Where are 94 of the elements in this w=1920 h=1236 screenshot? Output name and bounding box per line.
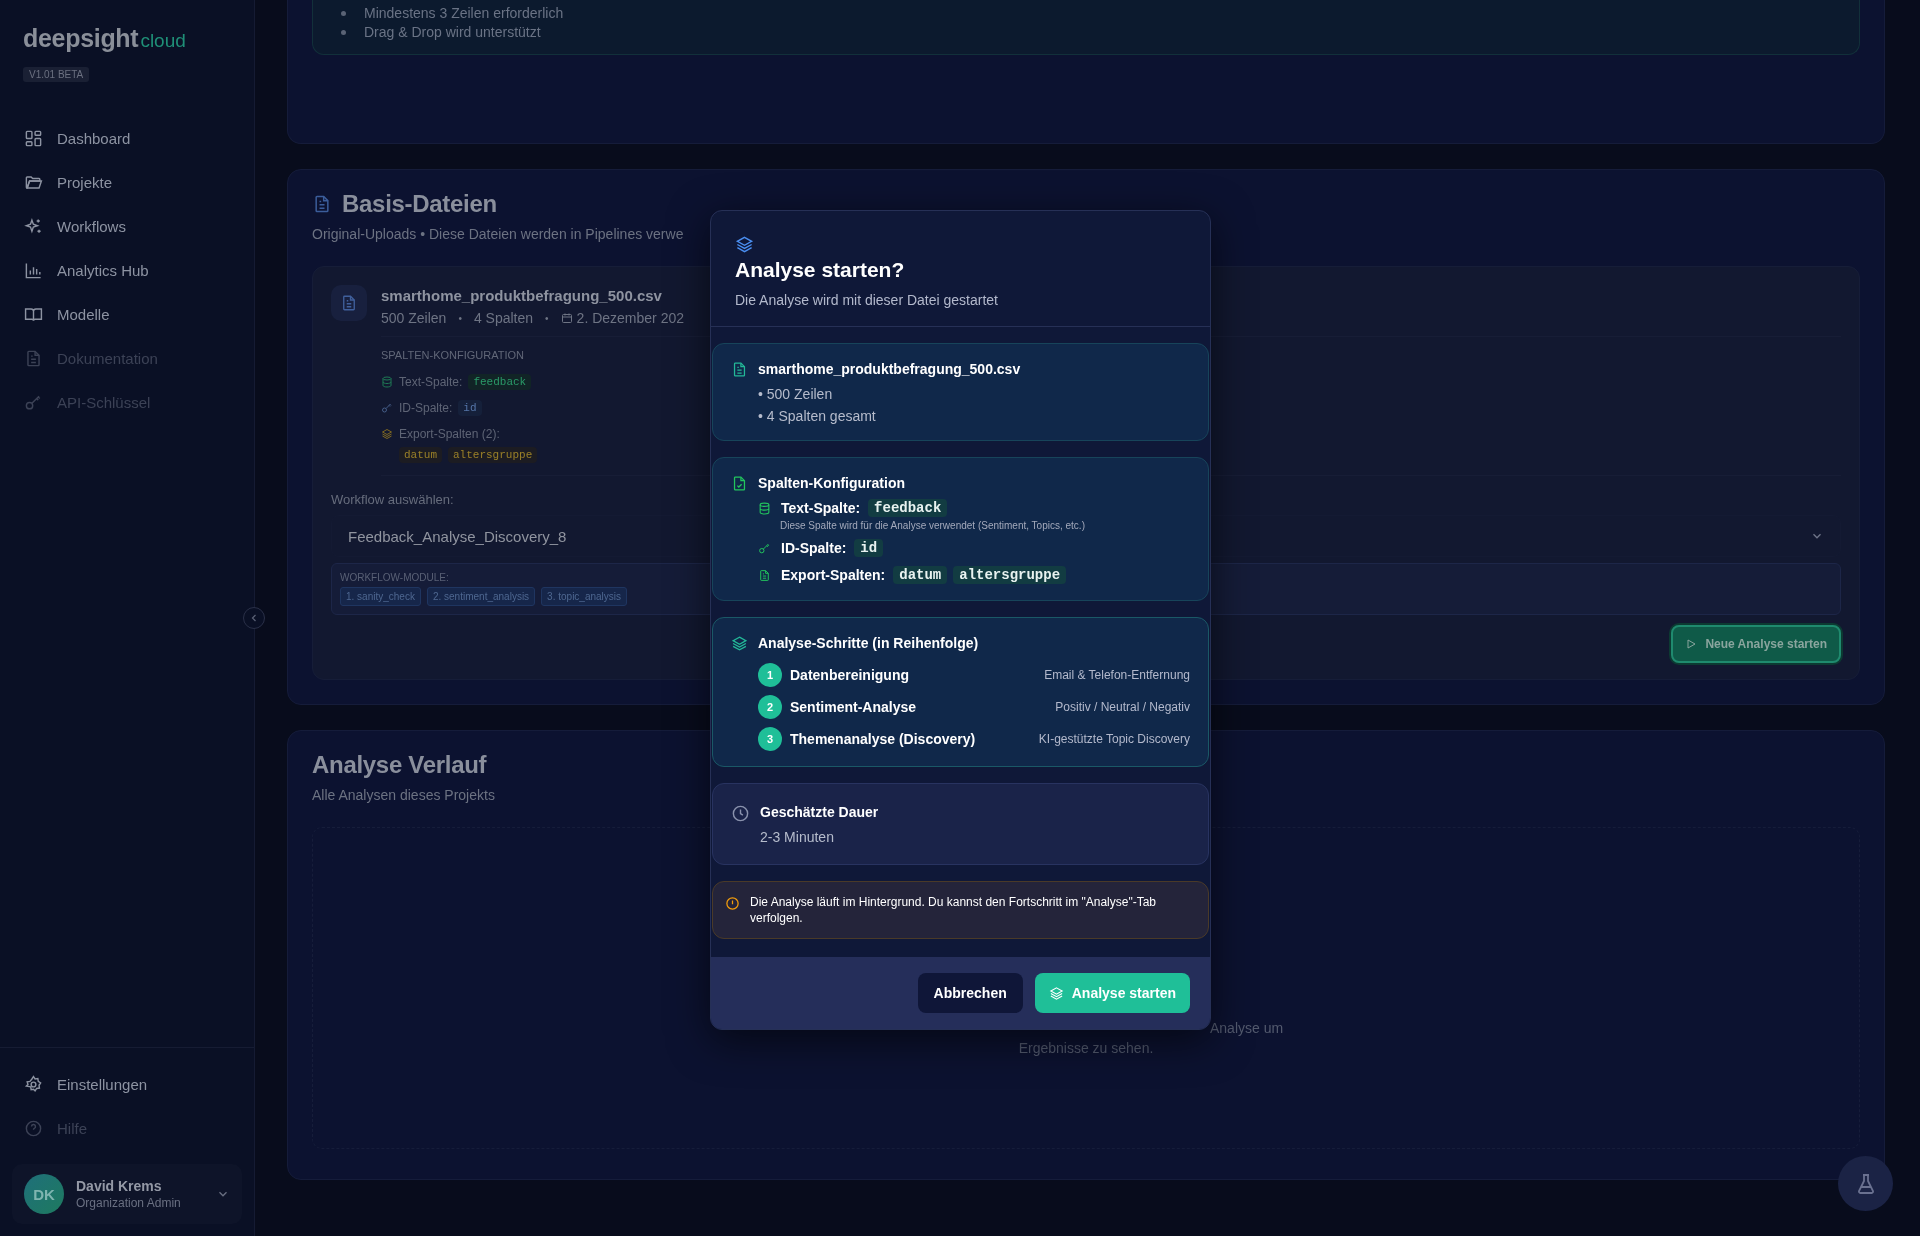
document-icon xyxy=(24,348,43,368)
user-role: Organization Admin xyxy=(76,1196,182,1210)
calendar-icon xyxy=(560,312,573,324)
file-detail: • 4 Spalten gesamt xyxy=(758,407,877,425)
column-tag: id xyxy=(854,539,884,557)
logo-suffix: cloud xyxy=(140,30,186,52)
layers-icon xyxy=(381,428,393,440)
step-description: Email & Telefon-Entfernung xyxy=(1044,668,1190,682)
user-name: David Krems xyxy=(76,1178,163,1194)
warning-icon xyxy=(725,896,740,911)
module-tag: 1. sanity_check xyxy=(340,587,421,606)
clock-icon xyxy=(731,804,750,823)
config-label: Export-Spalten: xyxy=(781,567,886,583)
layers-icon xyxy=(731,635,748,652)
empty-state-text: Ergebnisse zu sehen. xyxy=(1018,1040,1154,1056)
document-icon xyxy=(312,194,332,214)
duration-label: Geschätzte Dauer xyxy=(760,804,880,820)
empty-state-text: Analyse um xyxy=(1210,1020,1284,1036)
column-tag: feedback xyxy=(868,499,948,517)
file-detail: • 500 Zeilen xyxy=(758,385,834,403)
dialog-title: Analyse starten? xyxy=(735,258,906,282)
bullet-icon xyxy=(341,11,346,16)
version-badge: V1.01 BETA xyxy=(23,67,90,82)
config-label: Export-Spalten (2): xyxy=(399,427,500,441)
nav-item[interactable]: Analytics Hub xyxy=(0,248,254,292)
config-heading: SPALTEN-KONFIGURATION xyxy=(381,349,525,361)
nav-item[interactable]: Dashboard xyxy=(0,116,254,160)
avatar: DK xyxy=(24,1174,64,1214)
logo-wordmark: deepsight xyxy=(23,24,139,53)
document-icon xyxy=(340,294,358,312)
collapse-button[interactable] xyxy=(243,607,265,629)
file-meta: 2. Dezember 202 xyxy=(576,310,684,326)
file-name: smarthome_produktbefragung_500.csv xyxy=(381,287,663,304)
nav-item[interactable]: Modelle xyxy=(0,292,254,336)
nav-item[interactable]: Workflows xyxy=(0,204,254,248)
dashboard-grid-icon xyxy=(24,128,43,148)
play-icon xyxy=(1685,638,1698,650)
hint-text: Mindestens 3 Zeilen erforderlich xyxy=(364,4,564,23)
step-name: Themenanalyse (Discovery) xyxy=(790,731,977,747)
config-label: Text-Spalte: xyxy=(781,500,861,516)
settings-icon xyxy=(24,1074,43,1094)
step-description: KI-gestützte Topic Discovery xyxy=(1038,732,1190,746)
step-description: Positiv / Neutral / Negativ xyxy=(1055,700,1190,714)
panel-heading: Analyse-Schritte (in Reihenfolge) xyxy=(758,635,980,651)
key-icon xyxy=(381,402,393,414)
separator-dot: • xyxy=(458,312,462,324)
file-name: smarthome_produktbefragung_500.csv xyxy=(758,361,1022,377)
column-tag: id xyxy=(458,400,482,416)
nav-item[interactable]: Einstellungen xyxy=(0,1062,254,1106)
section-title: Analyse Verlauf xyxy=(312,751,488,779)
step-number: 2 xyxy=(758,695,782,719)
column-tag: datum xyxy=(893,566,948,584)
modules-heading: WORKFLOW-MODULE: xyxy=(340,572,449,583)
separator-dot: • xyxy=(545,312,549,324)
database-icon xyxy=(758,501,771,515)
document-icon xyxy=(731,361,748,378)
document-icon xyxy=(758,568,771,582)
section-subtitle: Alle Analysen dieses Projekts xyxy=(312,787,496,803)
key-icon xyxy=(758,541,771,555)
bar-chart-icon xyxy=(24,260,43,280)
column-tag: altersgruppe xyxy=(953,566,1067,584)
nav-item[interactable]: Projekte xyxy=(0,160,254,204)
module-tag: 2. sentiment_analysis xyxy=(426,587,536,606)
config-label: ID-Spalte: xyxy=(399,401,453,415)
column-tag: altersgruppe xyxy=(448,447,538,463)
step-number: 3 xyxy=(758,727,782,751)
help-icon xyxy=(24,1118,43,1138)
step-name: Datenbereinigung xyxy=(790,667,910,683)
section-subtitle: Original-Uploads • Diese Dateien werden in Pipelines verwe xyxy=(312,226,685,242)
sparkles-icon xyxy=(24,216,43,236)
notice-text: Die Analyse läuft im Hintergrund. Du kannst den Fortschritt im "Analyse"-Tab verfolgen. xyxy=(750,894,1158,926)
config-label: ID-Spalte: xyxy=(781,540,847,556)
layers-icon xyxy=(735,235,754,254)
step-name: Sentiment-Analyse xyxy=(790,699,918,715)
bullet-icon xyxy=(341,30,346,35)
user-card[interactable]: DK David Krems Organization Admin xyxy=(12,1164,242,1224)
dialog-subtitle: Die Analyse wird mit dieser Datei gestartet xyxy=(735,292,999,308)
file-check-icon xyxy=(731,475,748,492)
file-meta: 500 Zeilen xyxy=(381,310,447,326)
hint-text: Drag & Drop wird unterstützt xyxy=(364,23,541,42)
config-note: Diese Spalte wird für die Analyse verwendet (Sentiment, Topics, etc.) xyxy=(780,520,1086,531)
database-icon xyxy=(381,376,393,388)
duration-value: 2-3 Minuten xyxy=(760,828,835,846)
module-tag: 3. topic_analysis xyxy=(541,587,628,606)
panel-heading: Spalten-Konfiguration xyxy=(758,475,906,491)
workflow-label: Workflow auswählen: xyxy=(331,492,454,507)
column-tag: datum xyxy=(399,447,442,463)
section-title: Basis-Dateien xyxy=(342,190,497,218)
config-label: Text-Spalte: xyxy=(399,375,463,389)
file-meta: 4 Spalten xyxy=(473,310,534,326)
layers-icon xyxy=(1048,985,1064,1001)
cancel-button[interactable]: Abbrechen xyxy=(917,973,1023,1013)
step-number: 1 xyxy=(758,663,782,687)
column-tag: feedback xyxy=(468,374,532,390)
